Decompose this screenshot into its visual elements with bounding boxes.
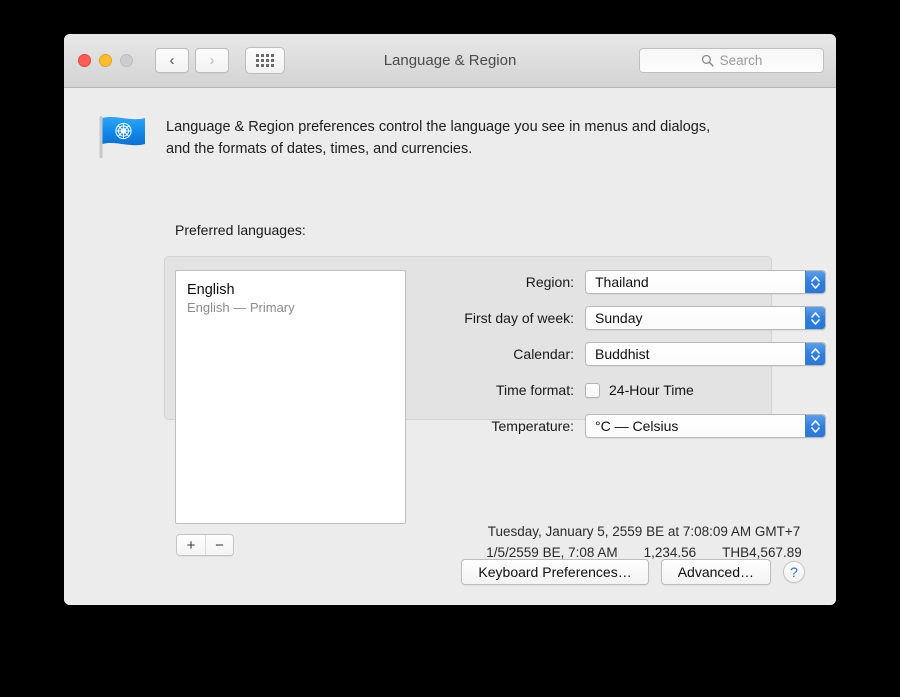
close-window-button[interactable] <box>78 54 91 67</box>
preferences-content: Language & Region preferences control th… <box>64 88 836 605</box>
language-name: English <box>187 282 235 298</box>
keyboard-preferences-button[interactable]: Keyboard Preferences… <box>461 559 649 585</box>
region-row: Region: Thailand <box>454 270 834 294</box>
temperature-select[interactable]: °C — Celsius <box>585 414 826 438</box>
grid-icon <box>256 54 274 67</box>
chevron-left-icon: ‹ <box>169 52 175 69</box>
un-flag-icon <box>99 116 145 158</box>
first-day-of-week-select[interactable]: Sunday <box>585 306 826 330</box>
language-detail: English — Primary <box>187 300 295 316</box>
time-format-label: Time format: <box>495 382 574 398</box>
calendar-row: Calendar: Buddhist <box>454 342 834 366</box>
chevron-updown-icon <box>805 415 825 437</box>
region-label: Region: <box>525 274 574 290</box>
navigation-buttons: ‹ › <box>155 48 229 73</box>
description-text: Language & Region preferences control th… <box>166 114 710 161</box>
show-all-button[interactable] <box>245 47 285 74</box>
preferences-group: Preferred languages: English English — P… <box>164 222 836 560</box>
zoom-window-button[interactable] <box>120 54 133 67</box>
window-titlebar: ‹ › Language & Region Search <box>64 34 836 88</box>
search-icon <box>701 54 714 67</box>
preferred-languages-label: Preferred languages: <box>175 222 306 238</box>
format-preview: Tuesday, January 5, 2559 BE at 7:08:09 A… <box>454 522 834 564</box>
24-hour-time-checkbox[interactable] <box>585 382 600 398</box>
header-description: Language & Region preferences control th… <box>64 88 836 161</box>
forward-button[interactable]: › <box>195 48 229 73</box>
add-remove-language-control: + − <box>176 534 234 556</box>
chevron-updown-icon <box>805 343 825 365</box>
preview-long-date: Tuesday, January 5, 2559 BE at 7:08:09 A… <box>487 524 801 539</box>
chevron-updown-icon <box>805 271 825 293</box>
calendar-label: Calendar: <box>513 346 574 362</box>
description-line-2: and the formats of dates, times, and cur… <box>166 140 473 157</box>
add-language-button[interactable]: + <box>177 535 205 555</box>
region-settings-form: Region: Thailand First day of week: Sund… <box>454 270 834 450</box>
first-day-of-week-row: First day of week: Sunday <box>454 306 834 330</box>
system-preferences-window: ‹ › Language & Region Search Language & … <box>64 34 836 605</box>
search-input[interactable]: Search <box>639 48 824 73</box>
preferred-languages-list[interactable]: English English — Primary <box>175 270 406 524</box>
calendar-value: Buddhist <box>586 343 805 365</box>
description-line-1: Language & Region preferences control th… <box>166 119 711 135</box>
temperature-row: Temperature: °C — Celsius <box>454 414 834 438</box>
temperature-value: °C — Celsius <box>586 415 805 437</box>
time-format-row: Time format: 24-Hour Time <box>454 378 834 402</box>
chevron-updown-icon <box>805 307 825 329</box>
help-button[interactable]: ? <box>783 561 805 583</box>
calendar-select[interactable]: Buddhist <box>585 342 826 366</box>
first-day-of-week-value: Sunday <box>586 307 805 329</box>
chevron-right-icon: › <box>209 52 215 69</box>
region-value: Thailand <box>586 271 805 293</box>
list-item[interactable]: English English — Primary <box>176 271 405 317</box>
temperature-label: Temperature: <box>491 418 574 434</box>
search-placeholder: Search <box>719 53 763 68</box>
footer-buttons: Keyboard Preferences… Advanced… ? <box>64 559 836 585</box>
24-hour-time-label: 24-Hour Time <box>609 382 694 398</box>
remove-language-button[interactable]: − <box>205 535 233 555</box>
minimize-window-button[interactable] <box>99 54 112 67</box>
advanced-button[interactable]: Advanced… <box>660 559 771 585</box>
traffic-light-controls <box>78 54 133 67</box>
back-button[interactable]: ‹ <box>155 48 189 73</box>
region-select[interactable]: Thailand <box>585 270 826 294</box>
first-day-of-week-label: First day of week: <box>464 310 574 326</box>
